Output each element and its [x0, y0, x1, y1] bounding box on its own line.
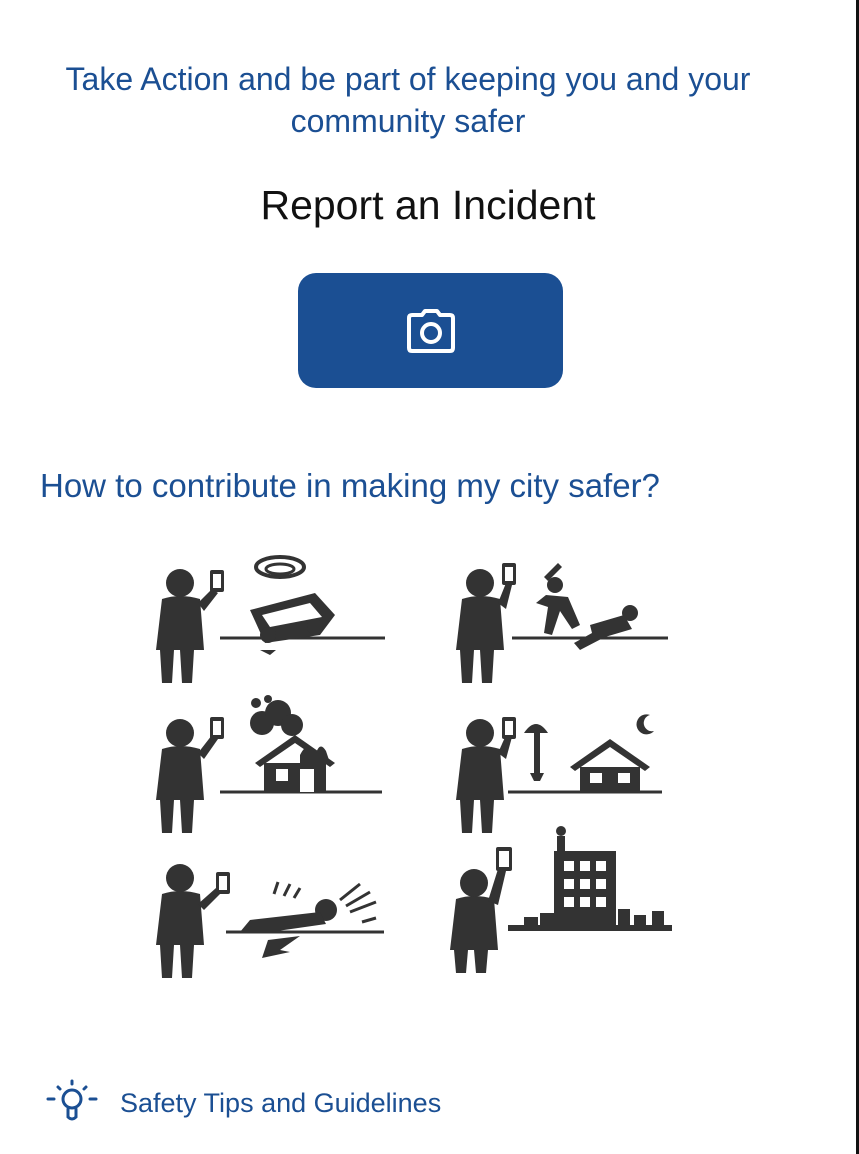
car-accident-icon	[156, 555, 385, 683]
house-fire-icon	[156, 695, 382, 833]
rooftop-danger-icon	[450, 826, 672, 973]
assault-icon	[456, 563, 668, 683]
report-incident-title: Report an Incident	[260, 182, 596, 228]
camera-icon	[406, 308, 455, 353]
app-screen: Take Action and be part of keeping you a…	[0, 0, 859, 1154]
tagline-heading: Take Action and be part of keeping you a…	[65, 61, 751, 139]
safety-tips-label: Safety Tips and Guidelines	[120, 1087, 442, 1118]
safety-tips-link[interactable]: Safety Tips and Guidelines	[44, 1078, 441, 1128]
injured-person-icon	[156, 864, 384, 978]
report-camera-button[interactable]	[298, 273, 563, 388]
contribute-heading: How to contribute in making my city safe…	[40, 467, 660, 504]
night-burglary-icon	[456, 714, 662, 833]
lightbulb-icon	[46, 1079, 98, 1121]
